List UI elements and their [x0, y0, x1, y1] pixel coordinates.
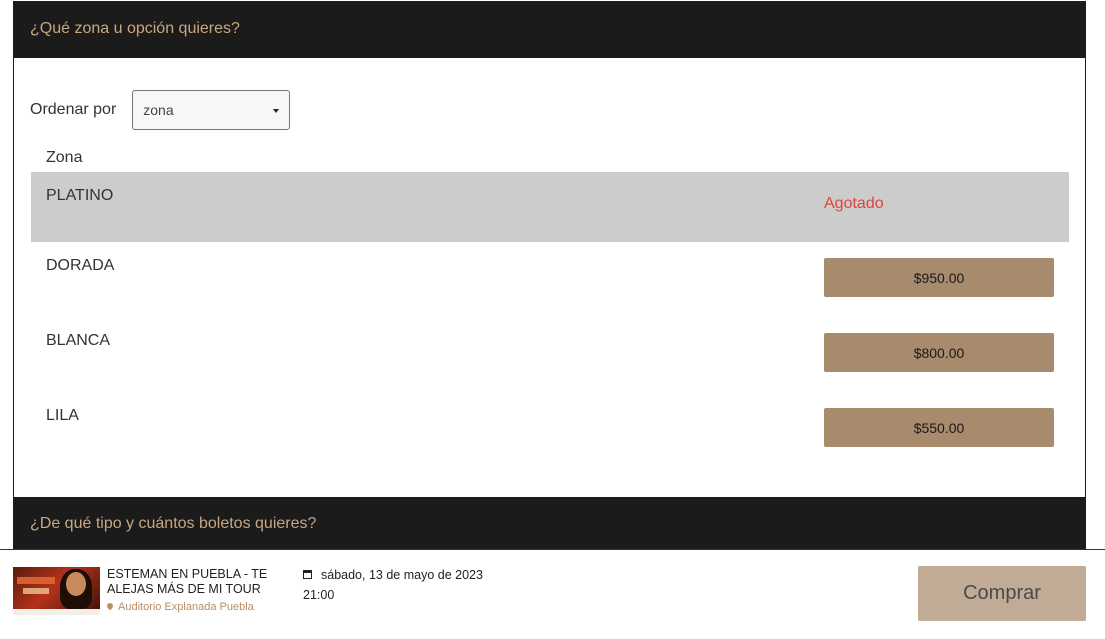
event-thumbnail	[13, 567, 100, 615]
zone-column-header: Zona	[46, 149, 83, 166]
location-pin-icon	[105, 601, 115, 611]
zone-row-platino: PLATINO Agotado	[31, 172, 1069, 242]
zone-row-blanca: BLANCA $800.00	[31, 317, 1069, 392]
buy-button[interactable]: Comprar	[918, 566, 1086, 621]
poster-artist-face	[66, 572, 86, 596]
soldout-label: Agotado	[824, 195, 884, 212]
tickets-section-title: ¿De qué tipo y cuántos boletos quieres?	[30, 515, 317, 532]
purchase-bar: ESTEMAN EN PUEBLA - TE ALEJAS MÁS DE MI …	[0, 549, 1105, 639]
event-time: 21:00	[303, 588, 335, 602]
price-button-dorada[interactable]: $950.00	[824, 258, 1054, 297]
zone-name: LILA	[46, 407, 79, 424]
tickets-section-header[interactable]: ¿De qué tipo y cuántos boletos quieres?	[14, 497, 1085, 548]
zone-selection-panel: ¿Qué zona u opción quieres? Ordenar por …	[13, 1, 1086, 549]
price-button-blanca[interactable]: $800.00	[824, 333, 1054, 372]
poster-title-mark	[17, 577, 55, 584]
sort-select[interactable]: zona	[132, 90, 291, 130]
venue-text: Auditorio Explanada Puebla	[118, 601, 254, 613]
zone-section-title: ¿Qué zona u opción quieres?	[30, 20, 240, 37]
poster-subtitle-mark	[23, 588, 49, 594]
caret-down-icon	[273, 109, 280, 113]
sort-row: Ordenar por zona	[30, 88, 291, 132]
zone-section-header[interactable]: ¿Qué zona u opción quieres?	[14, 2, 1085, 58]
zone-name: BLANCA	[46, 332, 111, 349]
event-venue: Auditorio Explanada Puebla	[105, 601, 254, 613]
zone-name: PLATINO	[46, 187, 114, 204]
zone-list: PLATINO Agotado DORADA $950.00 BLANCA $8…	[31, 172, 1069, 467]
sort-selected-value: zona	[143, 102, 174, 118]
poster-bottom-strip	[13, 609, 100, 615]
zone-name: DORADA	[46, 257, 115, 274]
zone-row-lila: LILA $550.00	[31, 392, 1069, 467]
event-title: ESTEMAN EN PUEBLA - TE ALEJAS MÁS DE MI …	[107, 567, 268, 596]
event-date: sábado, 13 de mayo de 2023	[321, 568, 483, 582]
calendar-icon	[303, 570, 312, 579]
price-button-lila[interactable]: $550.00	[824, 408, 1054, 447]
sort-label: Ordenar por	[30, 101, 117, 118]
zone-row-dorada: DORADA $950.00	[31, 242, 1069, 317]
